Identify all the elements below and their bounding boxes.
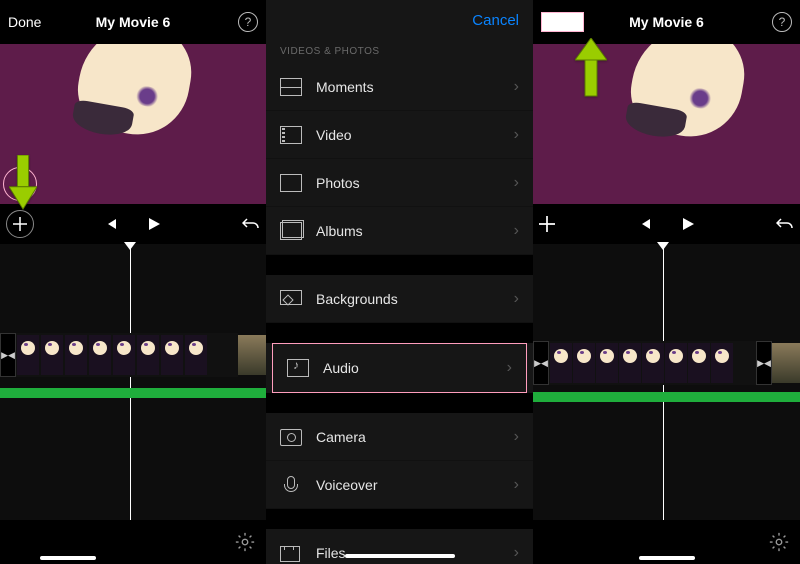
chevron-right-icon: › <box>514 222 519 240</box>
topbar: Done My Movie 6 ? <box>533 0 800 44</box>
help-button[interactable]: ? <box>772 12 792 32</box>
photos-icon <box>280 174 302 192</box>
menu-item-video[interactable]: Video › <box>266 111 533 159</box>
video-track: ▶◀ ▶◀ <box>533 340 800 386</box>
settings-button[interactable] <box>768 531 790 553</box>
media-picker-panel: Cancel VIDEOS & PHOTOS Moments › Video ›… <box>266 0 533 564</box>
preview-frame-content <box>624 44 751 145</box>
audio-track[interactable] <box>533 392 800 402</box>
menu-label: Files <box>316 545 346 561</box>
settings-button[interactable] <box>234 531 256 553</box>
menu-item-backgrounds[interactable]: Backgrounds › <box>266 275 533 323</box>
annotation-highlight-box: Audio › <box>272 343 527 393</box>
menu-item-albums[interactable]: Albums › <box>266 207 533 255</box>
home-indicator <box>40 556 96 560</box>
menu-label: Albums <box>316 223 363 239</box>
done-button[interactable]: Done <box>8 14 41 30</box>
video-icon <box>280 126 302 144</box>
menu-item-files[interactable]: Files › <box>266 529 533 564</box>
video-clip[interactable] <box>16 333 238 377</box>
menu-item-voiceover[interactable]: Voiceover › <box>266 461 533 509</box>
chevron-right-icon: › <box>514 174 519 192</box>
transport-bar <box>0 204 266 244</box>
chevron-right-icon: › <box>514 78 519 96</box>
preview-frame-content <box>71 44 198 143</box>
video-clip-2[interactable] <box>238 335 266 375</box>
camera-icon <box>280 428 302 446</box>
add-media-button[interactable] <box>6 210 34 238</box>
clip-start-bracket[interactable]: ▶◀ <box>0 333 16 377</box>
home-indicator <box>639 556 695 560</box>
menu-label: Audio <box>323 360 359 376</box>
topbar: Done My Movie 6 ? <box>0 0 266 44</box>
timeline[interactable]: ▶◀ <box>0 244 266 524</box>
audio-track[interactable] <box>0 388 266 398</box>
cancel-button[interactable]: Cancel <box>472 12 519 29</box>
video-clip[interactable] <box>549 341 756 385</box>
chevron-right-icon: › <box>514 290 519 308</box>
files-icon <box>280 544 302 562</box>
backgrounds-icon <box>280 290 302 308</box>
chevron-right-icon: › <box>514 544 519 562</box>
video-preview[interactable] <box>0 44 266 204</box>
clip-end-bracket[interactable]: ▶◀ <box>756 341 772 385</box>
add-media-button[interactable] <box>539 216 555 232</box>
video-preview[interactable] <box>533 44 800 204</box>
project-title: My Movie 6 <box>629 14 704 30</box>
play-button[interactable] <box>680 216 696 232</box>
undo-button[interactable] <box>242 216 260 232</box>
menu-label: Photos <box>316 175 360 191</box>
menu-label: Moments <box>316 79 374 95</box>
bottom-bar <box>533 520 800 564</box>
transport-bar <box>533 204 800 244</box>
editor-panel-left: Done My Movie 6 ? ▶◀ <box>0 0 266 564</box>
menu-label: Camera <box>316 429 366 445</box>
menu-item-moments[interactable]: Moments › <box>266 63 533 111</box>
menu-label: Backgrounds <box>316 291 398 307</box>
menu-label: Video <box>316 127 352 143</box>
moments-icon <box>280 78 302 96</box>
skip-back-button[interactable] <box>638 217 652 231</box>
chevron-right-icon: › <box>514 428 519 446</box>
home-indicator <box>345 554 455 558</box>
done-button[interactable]: Done <box>541 12 584 32</box>
section-header: VIDEOS & PHOTOS <box>266 40 533 63</box>
albums-icon <box>280 222 302 240</box>
help-button[interactable]: ? <box>238 12 258 32</box>
voiceover-icon <box>280 476 302 494</box>
clip-start-bracket[interactable]: ▶◀ <box>533 341 549 385</box>
picker-topbar: Cancel <box>266 0 533 40</box>
skip-back-button[interactable] <box>104 217 118 231</box>
menu-item-camera[interactable]: Camera › <box>266 413 533 461</box>
chevron-right-icon: › <box>514 126 519 144</box>
video-clip-2[interactable] <box>772 343 800 383</box>
plus-icon <box>13 217 27 231</box>
chevron-right-icon: › <box>507 359 512 377</box>
timeline[interactable]: ▶◀ ▶◀ <box>533 244 800 524</box>
playhead[interactable] <box>130 244 131 524</box>
play-button[interactable] <box>146 216 162 232</box>
menu-item-photos[interactable]: Photos › <box>266 159 533 207</box>
video-track: ▶◀ <box>0 332 266 378</box>
project-title: My Movie 6 <box>96 14 171 30</box>
audio-icon <box>287 359 309 377</box>
editor-panel-right: Done My Movie 6 ? ▶◀ ▶◀ <box>533 0 800 564</box>
menu-label: Voiceover <box>316 477 377 493</box>
chevron-right-icon: › <box>514 476 519 494</box>
undo-button[interactable] <box>776 216 794 232</box>
menu-item-audio[interactable]: Audio › <box>273 344 526 392</box>
annotation-highlight-circle <box>3 167 37 201</box>
